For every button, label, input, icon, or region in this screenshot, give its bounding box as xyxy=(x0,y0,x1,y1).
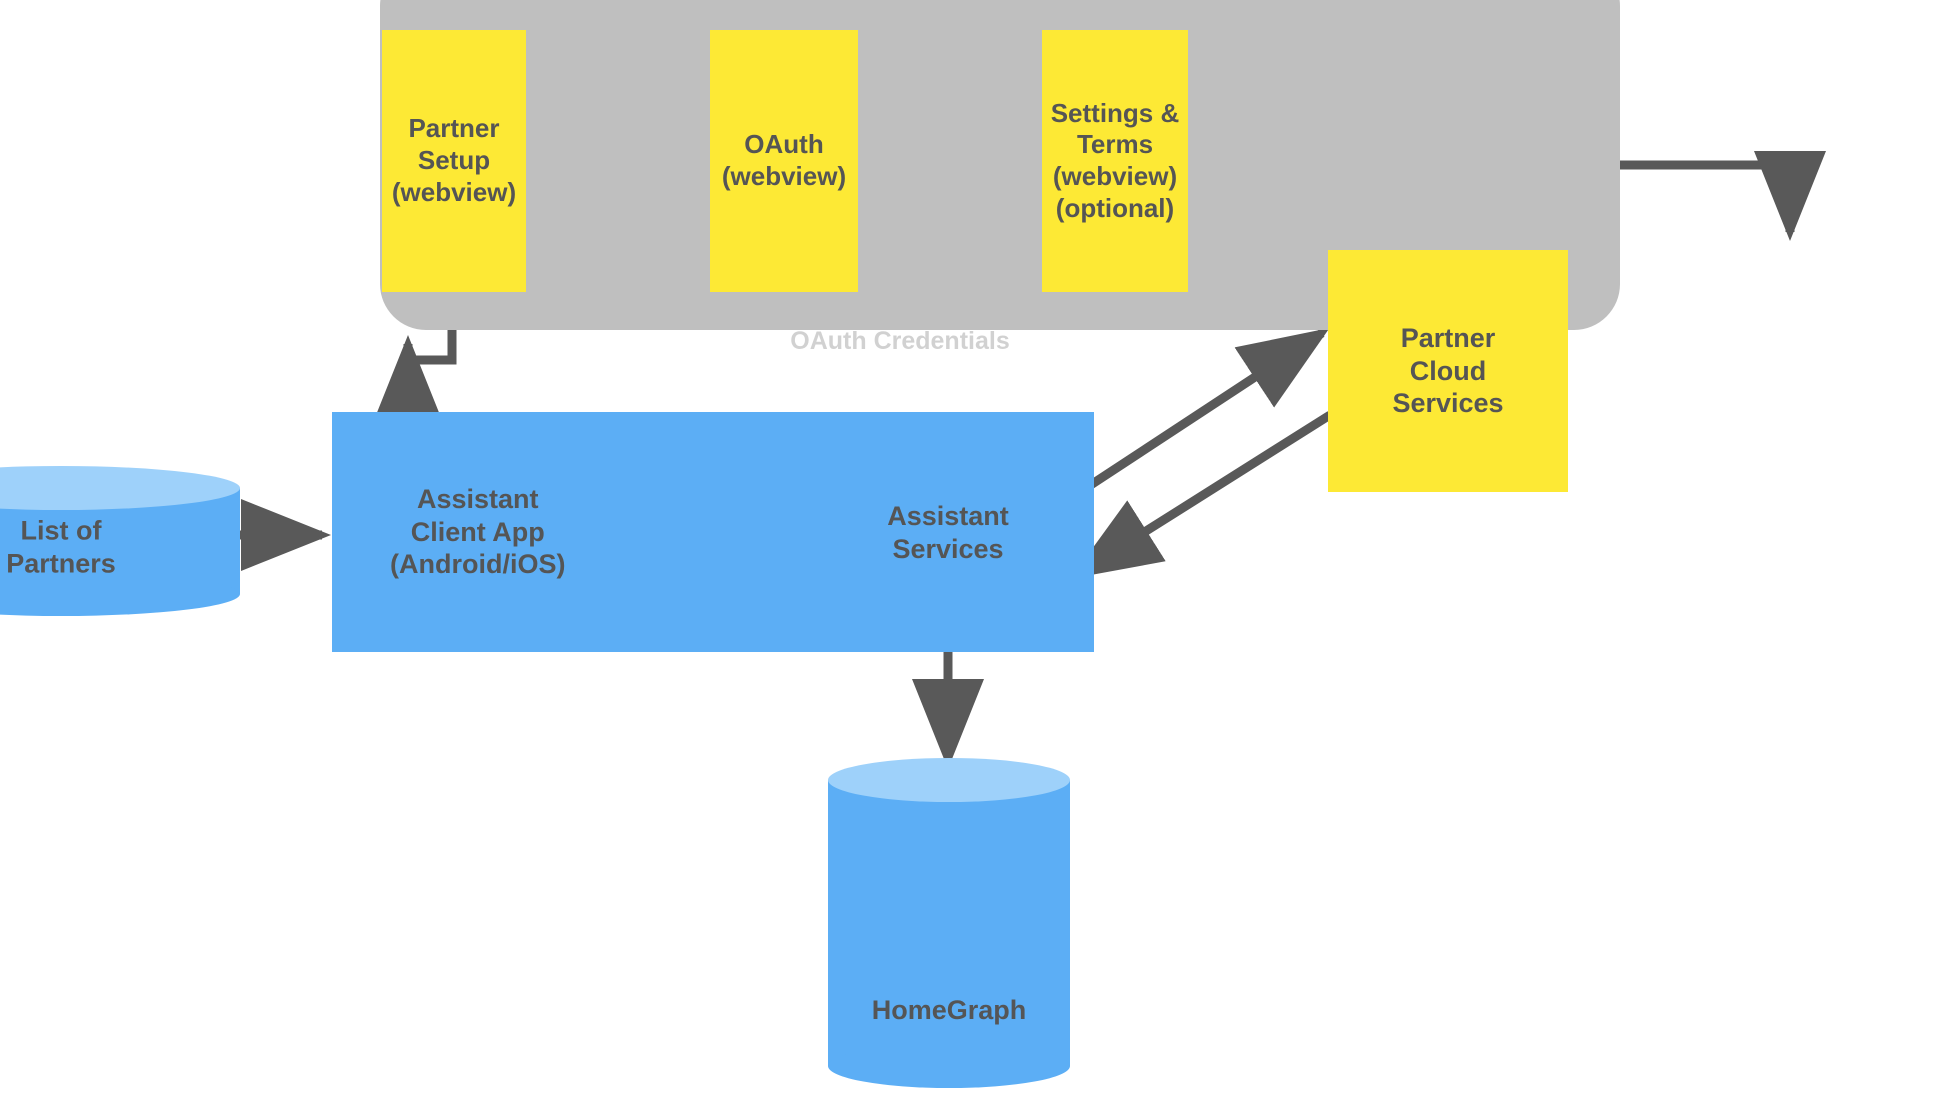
webview-step-partner-setup[interactable]: Partner Setup (webview) xyxy=(382,30,526,292)
cylinder-label-wrap: List of Partners xyxy=(0,514,240,580)
assistant-services-node[interactable]: Assistant Services xyxy=(848,500,1048,566)
cylinder-bottom-ellipse xyxy=(828,1044,1070,1088)
edge-label-text: OAuth Credentials xyxy=(790,327,1010,355)
node-label: HomeGraph xyxy=(871,995,1027,1026)
cylinder-label-wrap: HomeGraph xyxy=(828,994,1070,1027)
edge-label-oauth-credentials: OAuth Credentials xyxy=(750,326,1050,357)
list-of-partners-cylinder[interactable]: List of Partners xyxy=(0,466,240,616)
webview-step-label: Settings & Terms (webview) (optional) xyxy=(1050,97,1180,223)
node-label: Partner Cloud Services xyxy=(1392,322,1504,419)
webview-step-oauth[interactable]: OAuth (webview) xyxy=(710,30,858,292)
diagram-canvas: Partner Setup (webview) OAuth (webview) … xyxy=(0,0,1940,1109)
partner-cloud-services-node[interactable]: Partner Cloud Services xyxy=(1328,250,1568,492)
webview-step-label: Partner Setup (webview) xyxy=(391,113,517,207)
homegraph-cylinder[interactable]: HomeGraph xyxy=(828,758,1070,1088)
node-label: List of Partners xyxy=(6,515,116,579)
webview-step-settings-terms[interactable]: Settings & Terms (webview) (optional) xyxy=(1042,30,1188,292)
webview-step-label: OAuth (webview) xyxy=(721,129,847,191)
node-label: Assistant Services xyxy=(887,501,1009,564)
edge-oauth-credentials-in xyxy=(1070,411,1333,579)
edge-oauth-credentials-out xyxy=(1077,328,1330,496)
cylinder-top-ellipse xyxy=(828,758,1070,802)
node-label: Assistant Client App (Android/iOS) xyxy=(390,483,566,580)
